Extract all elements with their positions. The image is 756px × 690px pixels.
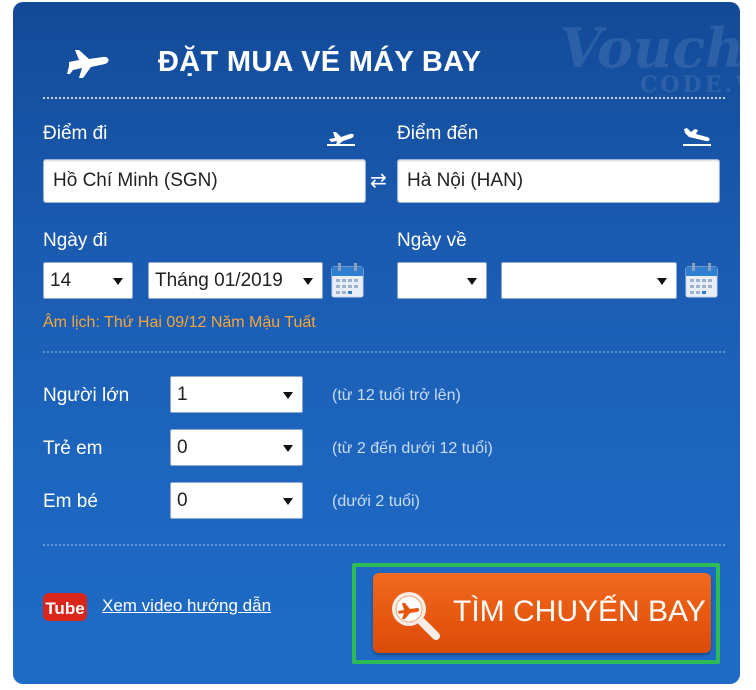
header: ĐẶT MUA VÉ MÁY BAY bbox=[53, 36, 713, 92]
depart-month-select[interactable]: Tháng 01/2019 bbox=[148, 262, 323, 299]
section-divider bbox=[43, 544, 725, 546]
depart-day-value: 14 bbox=[50, 270, 72, 291]
airplane-icon bbox=[67, 50, 109, 78]
chevron-down-icon bbox=[113, 278, 123, 285]
adults-value: 1 bbox=[177, 384, 188, 405]
children-select[interactable]: 0 bbox=[170, 429, 303, 466]
return-date-label: Ngày về bbox=[397, 230, 467, 251]
video-guide-link[interactable]: Xem video hướng dẫn bbox=[102, 596, 271, 616]
landing-icon bbox=[683, 128, 711, 146]
return-day-select[interactable] bbox=[397, 262, 487, 299]
children-value: 0 bbox=[177, 437, 188, 458]
infants-hint: (dưới 2 tuổi) bbox=[332, 493, 420, 510]
calendar-icon[interactable] bbox=[685, 262, 718, 298]
swap-icon[interactable]: ⇄ bbox=[370, 171, 387, 191]
chevron-down-icon bbox=[283, 392, 293, 399]
destination-label: Điểm đến bbox=[397, 123, 479, 144]
infants-label: Em bé bbox=[43, 491, 98, 512]
return-month-select[interactable] bbox=[501, 262, 677, 299]
search-button-label: TÌM CHUYẾN BAY bbox=[453, 595, 706, 628]
calendar-icon[interactable] bbox=[331, 262, 364, 298]
chevron-down-icon bbox=[283, 498, 293, 505]
origin-label: Điểm đi bbox=[43, 123, 108, 144]
section-divider bbox=[43, 351, 725, 353]
takeoff-icon bbox=[327, 132, 355, 146]
title-divider bbox=[43, 97, 725, 99]
adults-label: Người lớn bbox=[43, 385, 130, 406]
chevron-down-icon bbox=[467, 278, 477, 285]
infants-value: 0 bbox=[177, 490, 188, 511]
depart-date-label: Ngày đi bbox=[43, 230, 108, 251]
youtube-logo-text: Tube bbox=[45, 599, 84, 618]
origin-input[interactable]: Hồ Chí Minh (SGN) bbox=[43, 159, 366, 203]
magnifier-plane-icon bbox=[392, 592, 440, 640]
page-title: ĐẶT MUA VÉ MÁY BAY bbox=[158, 46, 482, 78]
chevron-down-icon bbox=[283, 445, 293, 452]
depart-month-value: Tháng 01/2019 bbox=[155, 270, 283, 291]
search-flights-button[interactable]: TÌM CHUYẾN BAY bbox=[373, 573, 711, 653]
destination-input[interactable]: Hà Nội (HAN) bbox=[397, 159, 720, 203]
youtube-logo[interactable]: Tube bbox=[42, 591, 88, 623]
chevron-down-icon bbox=[657, 278, 667, 285]
depart-day-select[interactable]: 14 bbox=[43, 262, 133, 299]
adults-select[interactable]: 1 bbox=[170, 376, 303, 413]
adults-hint: (từ 12 tuổi trở lên) bbox=[332, 387, 461, 404]
lunar-date-text: Âm lịch: Thứ Hai 09/12 Năm Mậu Tuất bbox=[43, 314, 316, 331]
infants-select[interactable]: 0 bbox=[170, 482, 303, 519]
children-label: Trẻ em bbox=[43, 438, 103, 459]
chevron-down-icon bbox=[303, 278, 313, 285]
children-hint: (từ 2 đến dưới 12 tuổi) bbox=[332, 440, 493, 457]
